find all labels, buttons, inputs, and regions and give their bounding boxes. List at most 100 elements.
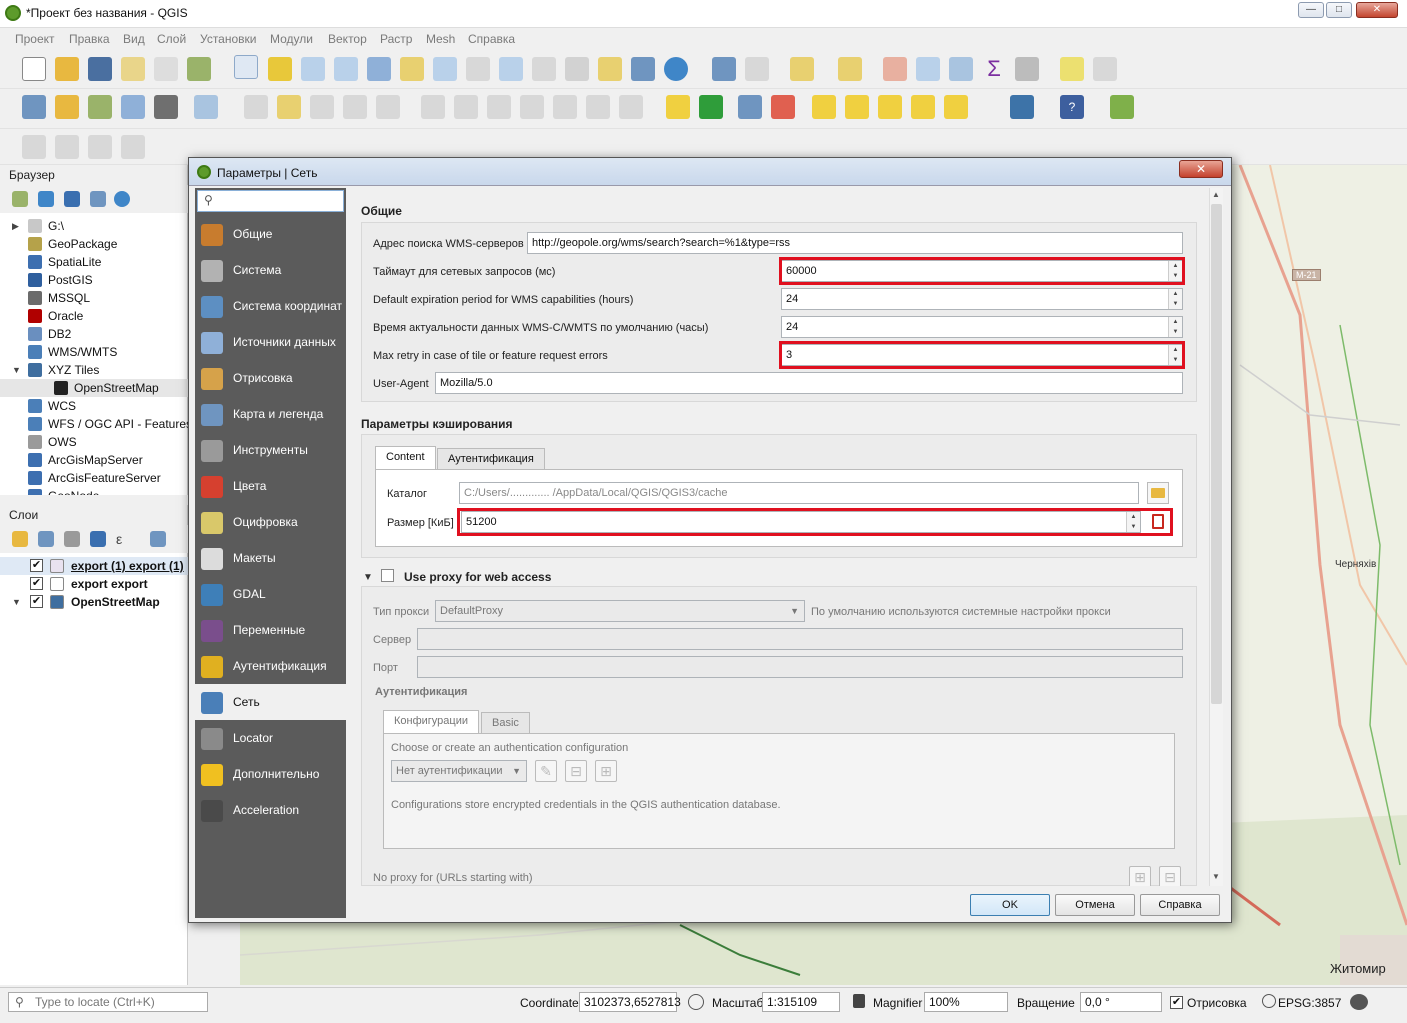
crs-button[interactable]: EPSG:3857 <box>1278 996 1341 1010</box>
cache-dir-input[interactable]: C:/Users/............. /AppData/Local/QG… <box>459 482 1139 504</box>
refresh-icon[interactable] <box>664 57 688 81</box>
locate-input[interactable]: ⚲ Type to locate (Ctrl+K) <box>8 992 208 1012</box>
nav-item[interactable]: Аутентификация <box>195 648 346 684</box>
tab-cache-auth[interactable]: Аутентификация <box>437 448 545 470</box>
menu-mesh[interactable]: Mesh <box>426 32 455 46</box>
expiration-spinner[interactable]: ▲ ▼ <box>1168 289 1182 309</box>
cut-features-icon[interactable] <box>487 95 511 119</box>
diagram-tool-icon[interactable] <box>699 95 723 119</box>
attribute-table-icon[interactable] <box>916 57 940 81</box>
coordinate-toggle-icon[interactable] <box>688 994 704 1010</box>
zoom-native-icon[interactable] <box>466 57 490 81</box>
map-tips-icon[interactable] <box>1060 57 1084 81</box>
menu-view[interactable]: Вид <box>123 32 145 46</box>
digitize-tool-3-icon[interactable] <box>88 135 112 159</box>
ok-button[interactable]: OK <box>970 894 1050 916</box>
nav-item[interactable]: Источники данных <box>195 324 346 360</box>
save-project-icon[interactable] <box>88 57 112 81</box>
proxy-server-input[interactable] <box>417 628 1183 650</box>
new-print-layout-icon[interactable] <box>121 57 145 81</box>
add-group-icon[interactable] <box>38 531 54 547</box>
new-shapefile-icon[interactable] <box>88 95 112 119</box>
style-manager-icon[interactable] <box>187 57 211 81</box>
properties-icon[interactable] <box>114 191 130 207</box>
messages-icon[interactable] <box>1350 994 1368 1010</box>
tab-content[interactable]: Content <box>375 446 436 470</box>
scroll-up-icon[interactable]: ▲ <box>1212 190 1220 199</box>
auth-config-select[interactable]: Нет аутентификации ▼ <box>391 760 527 782</box>
render-checkbox[interactable]: ✔ <box>1170 996 1183 1009</box>
python-console-icon[interactable] <box>1010 95 1034 119</box>
scale-select[interactable]: 1:315109 <box>762 992 840 1012</box>
coordinate-input[interactable]: 3102373,6527813 <box>579 992 681 1012</box>
expand-arrow-icon[interactable]: ▶ <box>12 217 19 235</box>
dialog-close-button[interactable]: ✕ <box>1179 160 1223 178</box>
temporal-controller-icon[interactable] <box>598 57 622 81</box>
remove-noproxy-button[interactable]: ⊟ <box>1159 866 1181 886</box>
cancel-button[interactable]: Отмена <box>1055 894 1135 916</box>
nav-item[interactable]: Locator <box>195 720 346 756</box>
nav-item[interactable]: Цвета <box>195 468 346 504</box>
current-edits-icon[interactable] <box>244 95 268 119</box>
maximize-button[interactable]: □ <box>1326 2 1352 18</box>
proxy-port-input[interactable] <box>417 656 1183 678</box>
add-auth-button[interactable]: ⊞ <box>595 760 617 782</box>
identify-icon[interactable] <box>712 57 736 81</box>
new-project-icon[interactable] <box>22 57 46 81</box>
layer-item[interactable]: ✔ export (1) export (1) <box>0 557 188 575</box>
layer-visibility-checkbox[interactable]: ✔ <box>30 595 43 608</box>
nav-item[interactable]: Acceleration <box>195 792 346 828</box>
digitize-tool-4-icon[interactable] <box>121 135 145 159</box>
open-project-icon[interactable] <box>55 57 79 81</box>
pan-to-selection-icon[interactable] <box>268 57 292 81</box>
menu-project[interactable]: Проект <box>15 32 55 46</box>
deselect-icon[interactable] <box>883 57 907 81</box>
zoom-in-icon[interactable] <box>301 57 325 81</box>
measure-icon[interactable] <box>1015 57 1039 81</box>
new-map-view-icon[interactable] <box>565 57 589 81</box>
label-show-hide-icon[interactable] <box>845 95 869 119</box>
digitize-tool-2-icon[interactable] <box>55 135 79 159</box>
new-temp-layer-icon[interactable] <box>154 95 178 119</box>
collapse-arrow-icon[interactable]: ▼ <box>12 593 21 611</box>
close-button[interactable]: ✕ <box>1356 2 1398 18</box>
label-properties-icon[interactable] <box>944 95 968 119</box>
wmts-input[interactable]: 24 ▲ ▼ <box>781 316 1183 338</box>
nav-item[interactable]: Система координат <box>195 288 346 324</box>
expression-filter-icon[interactable]: ε <box>116 531 132 547</box>
label-tool-icon[interactable] <box>666 95 690 119</box>
minimize-button[interactable]: — <box>1298 2 1324 18</box>
layer-visibility-checkbox[interactable]: ✔ <box>30 577 43 590</box>
use-proxy-checkbox[interactable] <box>381 569 394 582</box>
zoom-full-icon[interactable] <box>367 57 391 81</box>
expand-all-icon[interactable] <box>150 531 166 547</box>
rotation-input[interactable]: 0,0 ° <box>1080 992 1162 1012</box>
useragent-input[interactable]: Mozilla/5.0 <box>435 372 1183 394</box>
menu-plugins[interactable]: Модули <box>270 32 313 46</box>
wmts-spinner[interactable]: ▲ ▼ <box>1168 317 1182 337</box>
label-rotate-icon[interactable] <box>878 95 902 119</box>
redo-icon[interactable] <box>619 95 643 119</box>
edit-auth-button[interactable]: ✎ <box>535 760 557 782</box>
data-source-manager-icon[interactable] <box>22 95 46 119</box>
proxy-type-select[interactable]: DefaultProxy ▼ <box>435 600 805 622</box>
bookmark-icon[interactable] <box>631 57 655 81</box>
action-icon[interactable] <box>745 57 769 81</box>
nav-search-input[interactable]: ⚲ <box>197 190 344 212</box>
nav-item[interactable]: Общие <box>195 216 346 252</box>
folder-browse-button[interactable] <box>1147 482 1169 504</box>
menu-layer[interactable]: Слой <box>157 32 186 46</box>
layer-item[interactable]: ▼ ✔ OpenStreetMap <box>0 593 188 611</box>
nav-item[interactable]: Сеть <box>195 684 346 720</box>
lock-icon[interactable] <box>853 994 865 1008</box>
toggle-editing-icon[interactable] <box>277 95 301 119</box>
plugin-icon[interactable] <box>1110 95 1134 119</box>
label-move-icon[interactable] <box>812 95 836 119</box>
zoom-to-selection-icon[interactable] <box>400 57 424 81</box>
menu-help[interactable]: Справка <box>468 32 515 46</box>
menu-edit[interactable]: Правка <box>69 32 110 46</box>
menu-settings[interactable]: Установки <box>200 32 256 46</box>
filter-icon[interactable] <box>64 191 80 207</box>
zoom-next-icon[interactable] <box>532 57 556 81</box>
undo-icon[interactable] <box>586 95 610 119</box>
